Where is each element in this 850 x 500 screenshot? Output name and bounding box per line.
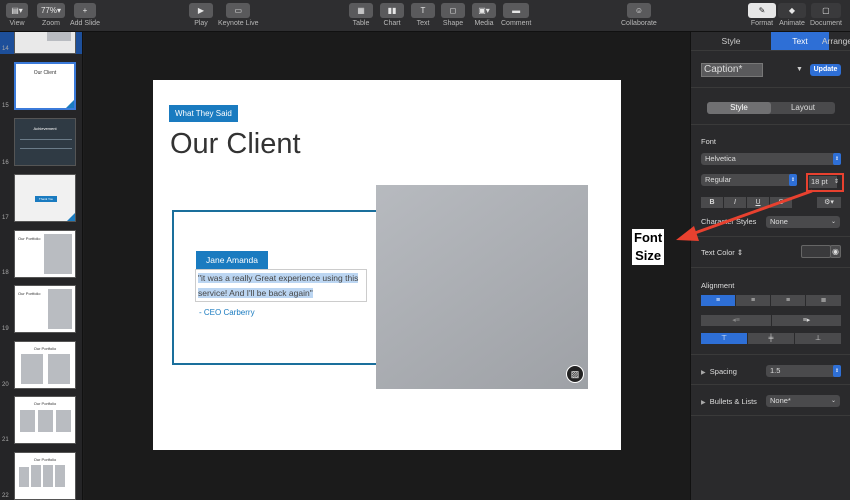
- callout-line-2: Size: [635, 248, 662, 263]
- annotation-arrow: [676, 189, 813, 241]
- keynote-window: ▤▾ View 77% ▾ Zoom + Add Slide ▶ Play ▭ K…: [0, 0, 850, 500]
- arrow-line: [691, 189, 813, 236]
- callout-line-1: Font: [634, 230, 663, 245]
- font-size-callout: Font Size: [632, 229, 665, 265]
- arrow-head: [676, 226, 699, 241]
